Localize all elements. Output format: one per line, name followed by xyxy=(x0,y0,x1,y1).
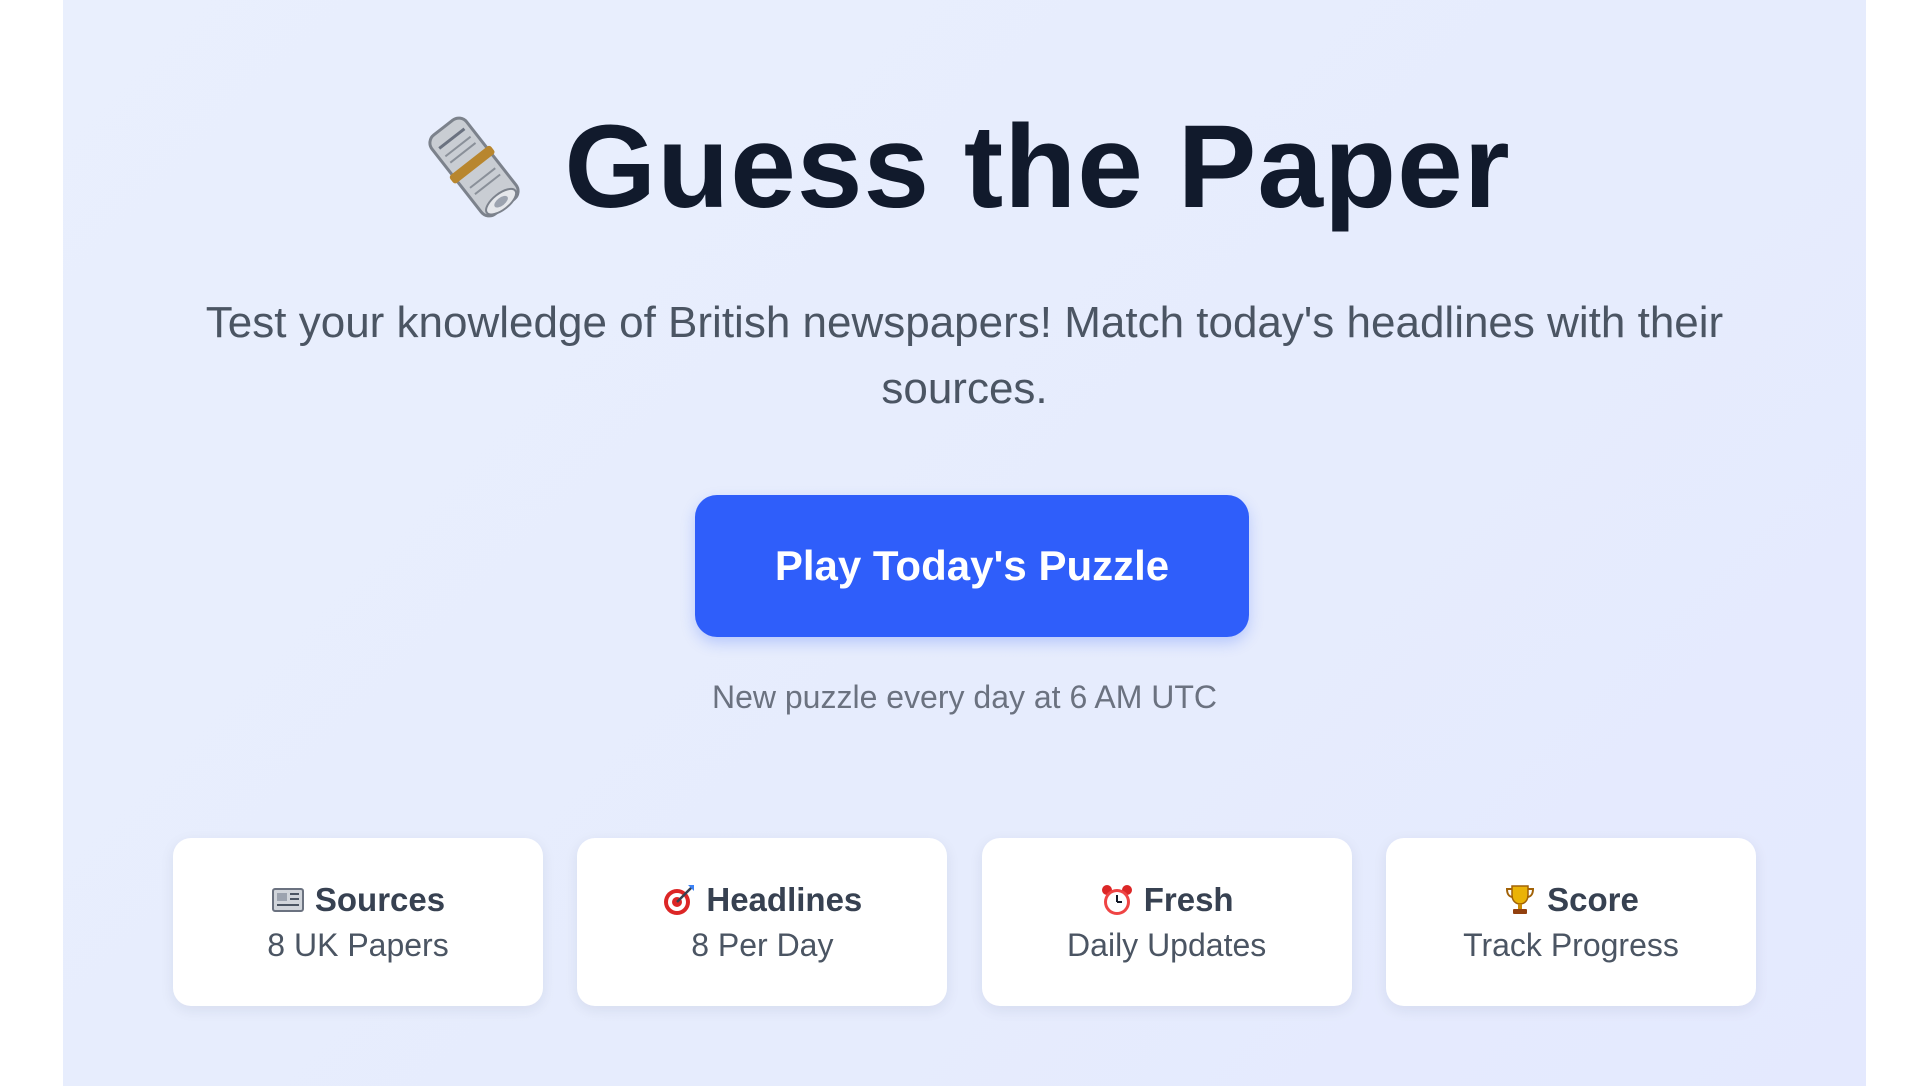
landing-page: Guess the Paper Test your knowledge of B… xyxy=(63,0,1866,1086)
feature-card-headlines: Headlines 8 Per Day xyxy=(577,838,948,1006)
feature-subtitle: 8 UK Papers xyxy=(267,926,449,963)
puzzle-schedule-note: New puzzle every day at 6 AM UTC xyxy=(711,679,1218,715)
feature-cards: Sources 8 UK Papers Headlines 8 Per Day xyxy=(173,838,1756,1006)
feature-card-score: Score Track Progress xyxy=(1385,838,1756,1006)
feature-title: Score xyxy=(1547,880,1639,918)
page-title: Guess the Paper xyxy=(564,101,1511,233)
feature-title: Sources xyxy=(314,880,446,918)
page-subtitle: Test your knowledge of British newspaper… xyxy=(205,298,1724,413)
feature-title: Fresh xyxy=(1143,880,1234,918)
target-icon xyxy=(662,883,696,917)
alarm-clock-icon xyxy=(1100,883,1134,917)
title-row: Guess the Paper xyxy=(63,108,1866,226)
trophy-icon xyxy=(1503,883,1537,917)
feature-subtitle: Daily Updates xyxy=(1067,926,1267,963)
feature-card-fresh: Fresh Daily Updates xyxy=(981,838,1352,1006)
feature-subtitle: Track Progress xyxy=(1463,926,1679,963)
rolled-newspaper-icon xyxy=(418,111,530,223)
play-todays-puzzle-button[interactable]: Play Today's Puzzle xyxy=(695,495,1249,637)
newspaper-icon xyxy=(271,883,305,917)
feature-card-sources: Sources 8 UK Papers xyxy=(173,838,543,1006)
feature-title: Headlines xyxy=(706,880,863,918)
feature-subtitle: 8 Per Day xyxy=(691,926,834,963)
